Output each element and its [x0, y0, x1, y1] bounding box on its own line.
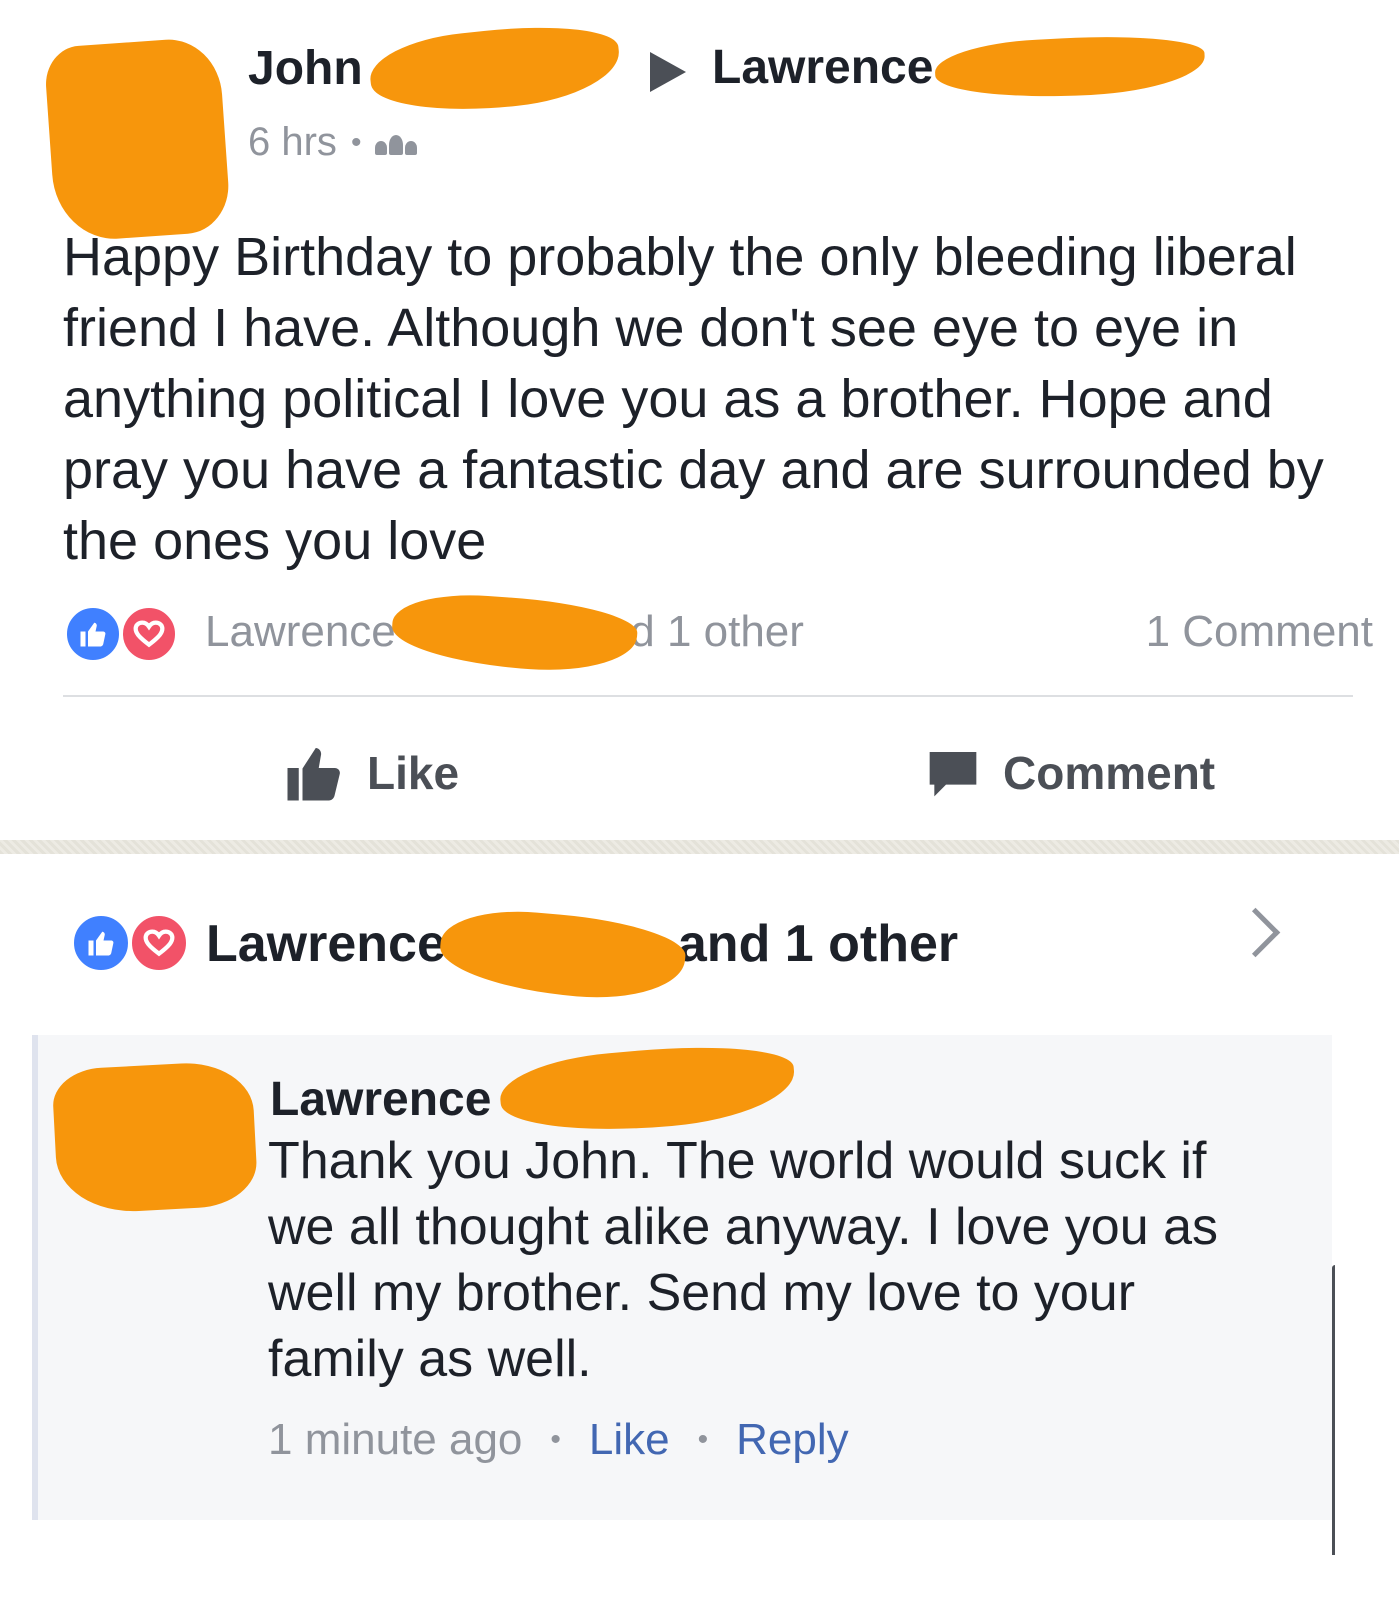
like-reaction-icon: [63, 604, 123, 664]
thumbs-up-icon: [287, 748, 340, 801]
author-lastname-redacted: [366, 17, 624, 121]
comment-meta-separator: •: [697, 1423, 709, 1456]
post-divider: [63, 695, 1353, 697]
post-body-text: Happy Birthday to probably the only blee…: [63, 227, 1324, 571]
comment-reply-link[interactable]: Reply: [736, 1410, 849, 1470]
comment-bubble-icon: [929, 752, 977, 797]
target-lastname-redacted: [933, 30, 1207, 104]
likers-summary[interactable]: Lawrence and 1 other: [70, 912, 1300, 978]
post-author-name[interactable]: John: [248, 41, 363, 96]
comment-button-label: Comment: [1003, 747, 1216, 799]
love-reaction-icon: [128, 912, 190, 974]
likers-suffix: and 1 other: [677, 915, 959, 973]
arrow-right-icon: [650, 52, 686, 92]
like-reaction-icon: [70, 912, 132, 974]
like-button[interactable]: Like: [285, 738, 459, 808]
post-author-line: John: [248, 38, 363, 98]
like-button-label: Like: [367, 747, 460, 799]
friends-icon[interactable]: [375, 131, 418, 155]
post-reactions-summary[interactable]: Lawrence nd 1 other 1 Comment: [63, 600, 1373, 670]
commenter-avatar-redacted[interactable]: [51, 1059, 259, 1216]
love-reaction-icon: [119, 604, 179, 664]
post-target-name[interactable]: Lawrence: [712, 38, 933, 98]
comment-button[interactable]: Comment: [925, 738, 1215, 808]
comment-meta-separator: •: [550, 1423, 561, 1456]
comment-author-name[interactable]: Lawrence: [270, 1070, 491, 1130]
author-avatar-redacted[interactable]: [43, 36, 232, 243]
comment-like-link[interactable]: Like: [589, 1410, 670, 1470]
meta-separator: •: [350, 125, 362, 159]
likers-first-name: Lawrence: [206, 915, 446, 973]
comment-count[interactable]: 1 Comment: [1146, 602, 1373, 662]
reaction-first-name: Lawrence: [205, 607, 396, 656]
post-meta: 6 hrs •: [248, 120, 418, 165]
comment-time[interactable]: 1 minute ago: [268, 1410, 522, 1470]
post-time[interactable]: 6 hrs: [248, 120, 337, 165]
card-separator: [0, 840, 1399, 854]
comment-meta: 1 minute ago • Like • Reply: [268, 1410, 849, 1470]
scroll-edge-line: [1332, 1265, 1335, 1555]
comment-text: Thank you John. The world would suck if …: [268, 1132, 1219, 1388]
post-card: John Lawrence 6 hrs • Happy Birthday to …: [0, 0, 1399, 850]
